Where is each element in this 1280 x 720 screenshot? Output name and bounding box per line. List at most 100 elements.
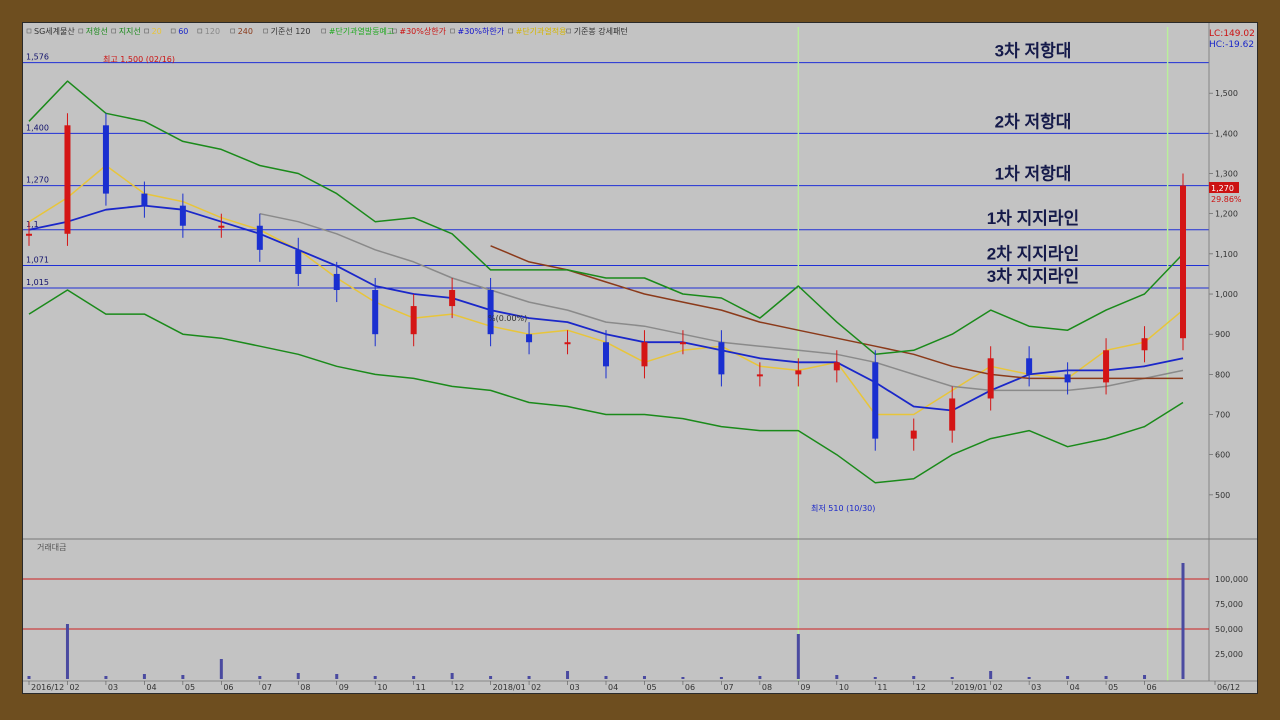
indicator-legend: SG세계물산 저항선 지지선 20 60 120 240 기준선 120 #단기과열발동예고 #3… — [26, 26, 628, 36]
legend-item: 240 — [238, 27, 253, 36]
time-tick-label: 02 — [531, 683, 541, 692]
candle-body — [410, 306, 417, 335]
legend-item: #단기과열발동예고 — [329, 26, 395, 36]
volume-bar — [296, 673, 300, 679]
candle-body — [910, 430, 917, 439]
chart-panel: SG세계물산 저항선 지지선 20 60 120 240 기준선 120 #단기과열발동예고 #3… — [22, 22, 1258, 694]
time-tick-label: 06/12 — [1217, 683, 1240, 692]
volume-tick-label: 75,000 — [1215, 600, 1243, 609]
level-annotations: 3차 저항대 2차 저항대 1차 저항대 1차 지지라인 2차 지지라인 3차 지지라인 — [987, 41, 1079, 286]
legend-item: 저항선 — [86, 27, 108, 36]
time-tick-label: 11 — [416, 683, 426, 692]
legend-item: 120 — [205, 27, 220, 36]
level-label: 1,071 — [26, 256, 49, 265]
volume-bar — [373, 676, 377, 679]
legend-item: #30%하한가 — [458, 26, 505, 36]
legend-item: #단기과열적용 — [516, 26, 567, 36]
legend-marker — [230, 28, 235, 34]
level-annotation: 2차 지지라인 — [987, 245, 1079, 264]
time-tick-label: 10 — [839, 683, 849, 692]
time-tick-label: 08 — [300, 683, 310, 692]
candle-body — [487, 290, 494, 335]
volume-bar — [758, 676, 762, 679]
time-tick-label: 12 — [916, 683, 926, 692]
time-tick-label: 04 — [608, 683, 618, 692]
volume-bar — [912, 676, 916, 679]
level-annotation: 3차 저항대 — [995, 41, 1072, 61]
price-tick-label: 500 — [1215, 491, 1230, 500]
volume-bar — [719, 677, 723, 679]
candle-body — [1026, 358, 1033, 375]
volume-bar — [1066, 676, 1070, 679]
volume-bar — [27, 676, 31, 679]
volume-bar — [1104, 676, 1108, 679]
time-tick-label: 08 — [762, 683, 772, 692]
volume-bar — [258, 676, 262, 679]
candle-body — [256, 225, 263, 250]
time-tick-label: 06 — [685, 683, 695, 692]
volume-bar — [1027, 677, 1031, 679]
legend-item: #30%상한가 — [399, 26, 446, 36]
legend-marker — [26, 28, 32, 34]
volume-bar — [219, 659, 223, 679]
volume-bar — [104, 676, 108, 679]
level-label: 1,400 — [26, 123, 49, 132]
time-tick-label: 12 — [454, 683, 464, 692]
legend-marker — [508, 28, 513, 34]
legend-marker — [111, 28, 116, 34]
series-line-60 — [28, 204, 1184, 412]
legend-marker — [170, 28, 176, 34]
candle-body — [987, 358, 994, 399]
candle-body — [333, 273, 340, 291]
hc-label: HC:-19.62 — [1209, 40, 1254, 50]
time-tick-label: 11 — [877, 683, 887, 692]
price-tick-label: 1,500 — [1215, 89, 1238, 98]
price-tick-label: 1,100 — [1215, 250, 1238, 259]
legend-marker — [566, 28, 572, 34]
volume-bar — [450, 673, 454, 679]
time-tick-label: 2019/01 — [954, 683, 987, 692]
candle-body — [564, 342, 571, 345]
legend-marker — [78, 28, 84, 34]
volume-bar — [1143, 675, 1147, 679]
volume-bar — [604, 676, 608, 679]
legend-marker — [321, 28, 327, 34]
level-annotation: 1차 지지라인 — [987, 209, 1079, 228]
candle-body — [179, 205, 186, 226]
candle-body — [295, 249, 302, 274]
time-tick-label: 10 — [377, 683, 387, 692]
lc-label: LC:149.02 — [1209, 29, 1255, 39]
level-label: 1,270 — [26, 176, 49, 185]
volume-bar — [642, 676, 646, 679]
time-tick-label: 2018/01 — [493, 683, 526, 692]
event-vertical-lines — [797, 27, 1169, 681]
time-tick-label: 06 — [1147, 683, 1157, 692]
time-tick-label: 04 — [146, 683, 156, 692]
volume-tick-label: 25,000 — [1215, 650, 1243, 659]
candle-body — [949, 398, 956, 431]
volume-bar — [335, 674, 339, 679]
candle-body — [1064, 374, 1071, 383]
candle-body — [526, 334, 533, 343]
volume-panel: 25,000 50,000 75,000 100,000 — [23, 563, 1248, 679]
legend-item: 기준선 120 — [271, 27, 311, 36]
legend-marker — [144, 28, 149, 34]
level-annotation: 2차 저항대 — [995, 111, 1072, 131]
volume-bar — [142, 674, 146, 679]
time-tick-label: 03 — [1031, 683, 1041, 692]
chart-frame: SG세계물산 저항선 지지선 20 60 120 240 기준선 120 #단기과열발동예고 #3… — [0, 0, 1280, 720]
mid-label: %(0.00%) — [488, 314, 527, 323]
volume-bar — [681, 677, 685, 679]
candle-body — [141, 193, 148, 206]
legend-marker — [197, 28, 203, 34]
candle-body — [795, 370, 802, 375]
time-tick-label: 05 — [185, 683, 195, 692]
candle-body — [372, 290, 379, 335]
candle-body — [603, 342, 609, 367]
candle-body — [218, 225, 225, 228]
time-tick-label: 07 — [262, 683, 272, 692]
time-tick-label: 07 — [723, 683, 733, 692]
price-tick-label: 1,000 — [1215, 290, 1238, 299]
legend-item: 20 — [152, 27, 162, 36]
candle-body — [833, 362, 840, 371]
